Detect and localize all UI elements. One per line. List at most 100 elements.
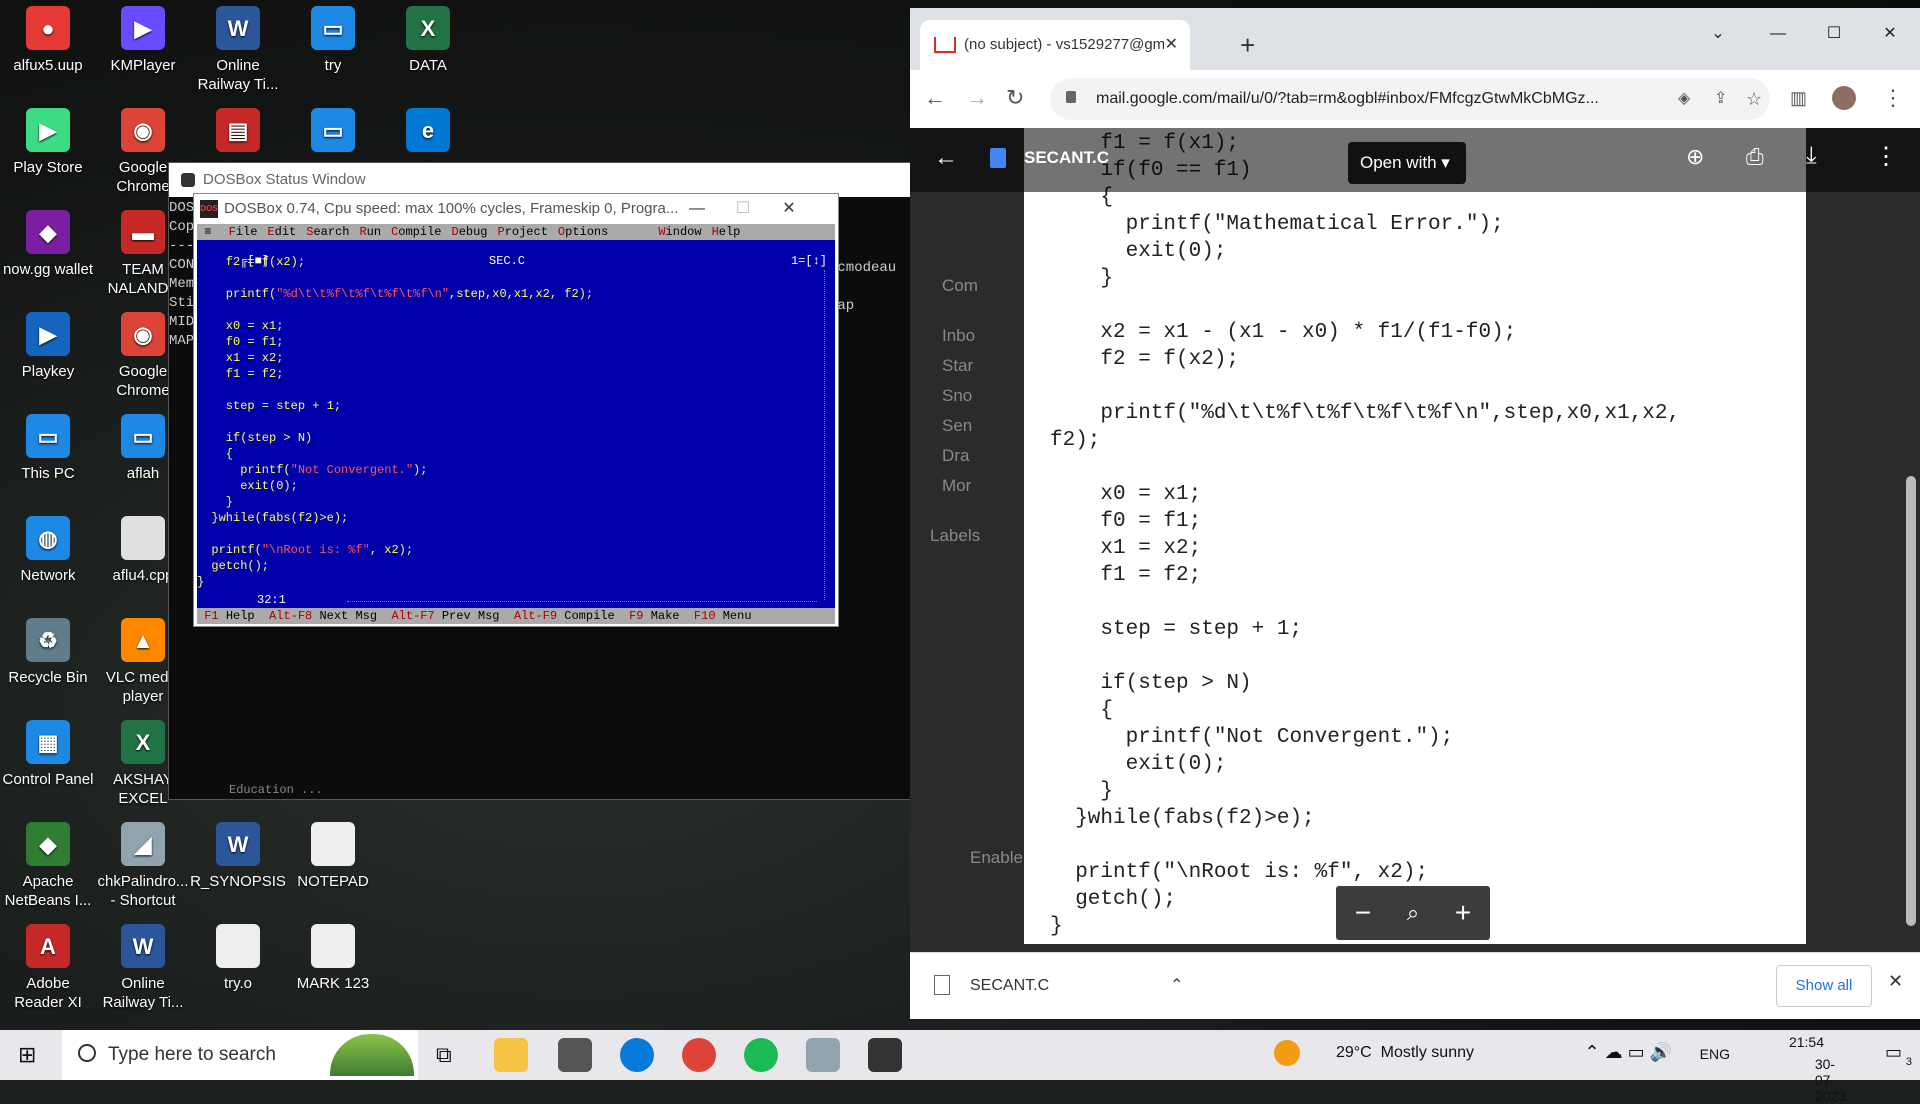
mail-icon[interactable] xyxy=(558,1038,592,1072)
status-shortcut[interactable]: F9 Make xyxy=(622,609,687,623)
notification-icon[interactable]: ▭ xyxy=(1885,1042,1902,1063)
desktop-icon[interactable]: W Online Railway Ti... xyxy=(95,924,191,1012)
minimize-button[interactable]: — xyxy=(674,194,720,224)
menu-item[interactable]: Run xyxy=(359,225,381,239)
document-code-line: exit(0); xyxy=(1050,240,1227,263)
close-button[interactable]: ✕ xyxy=(766,194,812,224)
chrome-taskbar-icon[interactable] xyxy=(682,1038,716,1072)
desktop-icon[interactable]: ◆ Apache NetBeans I... xyxy=(0,822,96,910)
desktop-icon[interactable]: NOTEPAD xyxy=(285,822,381,891)
side-panel-icon[interactable]: ▥ xyxy=(1790,84,1807,112)
menu-label: ile xyxy=(235,225,258,239)
editor-vertical-scrollbar[interactable] xyxy=(824,270,833,600)
shortcut-key: F1 xyxy=(197,609,226,623)
open-with-label: Open with xyxy=(1360,153,1437,172)
menu-item[interactable]: Debug xyxy=(451,225,487,239)
desktop-icon[interactable]: W R_SYNOPSIS xyxy=(190,822,286,891)
desktop-icon[interactable]: ▶ KMPlayer xyxy=(95,6,191,75)
zoom-out-button[interactable]: − xyxy=(1338,886,1388,940)
doc-name: SECANT.C xyxy=(1024,148,1110,167)
download-item[interactable]: SECANT.C ⌃ xyxy=(934,965,1204,1007)
zoom-in-button[interactable]: + xyxy=(1438,886,1488,940)
menu-item[interactable]: Options xyxy=(558,225,608,239)
start-windows-icon[interactable]: ⊞ xyxy=(18,1042,36,1068)
taskbar-search[interactable]: Type here to search xyxy=(62,1030,418,1080)
desktop-icon[interactable]: ▶ Playkey xyxy=(0,312,96,381)
status-shortcut[interactable]: F1 Help xyxy=(197,609,262,623)
menu-item[interactable]: Window xyxy=(658,225,701,239)
print-icon[interactable]: ⎙ xyxy=(1746,144,1764,170)
chrome-close-button[interactable]: ✕ xyxy=(1862,16,1918,52)
menu-item[interactable]: Search xyxy=(306,225,349,239)
search-placeholder: Type here to search xyxy=(108,1044,276,1065)
task-view-icon[interactable]: ⧉ xyxy=(436,1042,452,1068)
address-bar[interactable]: mail.google.com/mail/u/0/?tab=rm&ogbl#in… xyxy=(1050,78,1770,120)
download-chevron-icon[interactable]: ⌃ xyxy=(1170,965,1183,1007)
desktop-icon[interactable]: ▭ try xyxy=(285,6,381,75)
chrome-menu-icon[interactable]: ⋮ xyxy=(1882,84,1904,112)
editor-app-icon[interactable] xyxy=(806,1038,840,1072)
language-indicator[interactable]: ENG xyxy=(1700,1046,1730,1062)
desktop-icon[interactable]: ♻ Recycle Bin xyxy=(0,618,96,687)
chrome-minimize-button[interactable]: — xyxy=(1750,16,1806,52)
chrome-window[interactable]: (no subject) - vs1529277@gmail. ✕ + ⌄ — … xyxy=(910,8,1920,1019)
show-all-button[interactable]: Show all xyxy=(1776,965,1872,1007)
forward-arrow-icon[interactable]: → xyxy=(966,84,988,112)
tab-search-chevron-icon[interactable]: ⌄ xyxy=(1690,16,1746,52)
system-menu-icon[interactable]: ≡ xyxy=(197,225,219,239)
extension-icon[interactable]: ◈ xyxy=(1678,78,1690,120)
tab-close-icon[interactable]: ✕ xyxy=(1165,20,1178,70)
chrome-maximize-button[interactable]: ☐ xyxy=(1806,16,1862,52)
profile-avatar[interactable] xyxy=(1832,86,1856,110)
menu-item[interactable]: File xyxy=(229,225,258,239)
code-line: x1 = x2; xyxy=(197,351,284,365)
dosbox-screen[interactable]: ≡ File Edit Search Run Compile Debug Project Op… xyxy=(197,224,835,624)
menu-item[interactable]: Help xyxy=(712,225,741,239)
desktop-icon[interactable]: ◆ now.gg wallet xyxy=(0,210,96,279)
status-shortcut[interactable]: Alt-F7 Prev Msg xyxy=(384,609,506,623)
add-to-drive-icon[interactable]: ⊕ xyxy=(1686,144,1704,170)
desktop-icon[interactable]: ▭ This PC xyxy=(0,414,96,483)
desktop-icon[interactable]: A Adobe Reader XI xyxy=(0,924,96,1012)
dosbox-window[interactable]: DOS DOSBox 0.74, Cpu speed: max 100% cyc… xyxy=(193,193,839,627)
status-shortcut[interactable]: Alt-F8 Next Msg xyxy=(262,609,384,623)
desktop-icon[interactable]: ▶ Play Store xyxy=(0,108,96,177)
reload-icon[interactable]: ↻ xyxy=(1006,84,1024,112)
status-shortcut[interactable]: Alt-F9 Compile xyxy=(507,609,622,623)
desktop-icon[interactable]: ◢ chkPalindro... - Shortcut xyxy=(95,822,191,910)
menu-item[interactable]: Compile xyxy=(391,225,441,239)
desktop-icon[interactable]: ▦ Control Panel xyxy=(0,720,96,789)
download-icon[interactable]: ⤓ xyxy=(1806,142,1817,170)
open-with-button[interactable]: Open with ▾ xyxy=(1348,142,1466,184)
viewer-scrollbar[interactable] xyxy=(1906,476,1916,926)
desktop-icon[interactable]: MARK 123 xyxy=(285,924,381,993)
weather-text[interactable]: 29°C Mostly sunny xyxy=(1336,1044,1474,1062)
tray-icons[interactable]: ⌃ ☁ ▭ 🔊 xyxy=(1584,1042,1672,1063)
close-download-bar-icon[interactable]: ✕ xyxy=(1888,971,1903,992)
menu-item[interactable]: Project xyxy=(498,225,548,239)
dosbox-taskbar-icon[interactable] xyxy=(868,1038,902,1072)
clock-time[interactable]: 21:54 xyxy=(1789,1034,1824,1050)
spotify-icon[interactable] xyxy=(744,1038,778,1072)
zoom-icon[interactable]: ⌕ xyxy=(1388,886,1438,940)
maximize-button[interactable]: ☐ xyxy=(720,194,766,224)
new-tab-button[interactable]: + xyxy=(1240,20,1255,70)
desktop-icon[interactable]: ◍ Network xyxy=(0,516,96,585)
back-arrow-icon[interactable]: ← xyxy=(924,84,946,112)
desktop-icon[interactable]: try.o xyxy=(190,924,286,993)
desktop-icon[interactable]: W Online Railway Ti... xyxy=(190,6,286,94)
edge-icon[interactable] xyxy=(620,1038,654,1072)
status-shortcut[interactable]: F10 Menu xyxy=(687,609,759,623)
share-icon[interactable]: ⇪ xyxy=(1714,78,1727,120)
bookmark-star-icon[interactable]: ☆ xyxy=(1746,78,1762,120)
clock-date[interactable]: 30-07-2023 xyxy=(1815,1056,1846,1104)
menu-item[interactable]: Edit xyxy=(267,225,296,239)
viewer-back-icon[interactable]: ← xyxy=(934,144,958,172)
editor-horizontal-scrollbar[interactable] xyxy=(347,601,817,608)
more-options-icon[interactable]: ⋮ xyxy=(1874,142,1898,171)
file-explorer-icon[interactable] xyxy=(494,1038,528,1072)
browser-tab[interactable]: (no subject) - vs1529277@gmail. ✕ xyxy=(920,20,1190,70)
desktop-icon[interactable]: ● alfux5.uup xyxy=(0,6,96,75)
desktop-icon[interactable]: X DATA xyxy=(380,6,476,75)
editor-code-area[interactable]: f2 = f(x2); printf("%d\t\t%f\t%f\t%f\t%f… xyxy=(197,254,817,592)
